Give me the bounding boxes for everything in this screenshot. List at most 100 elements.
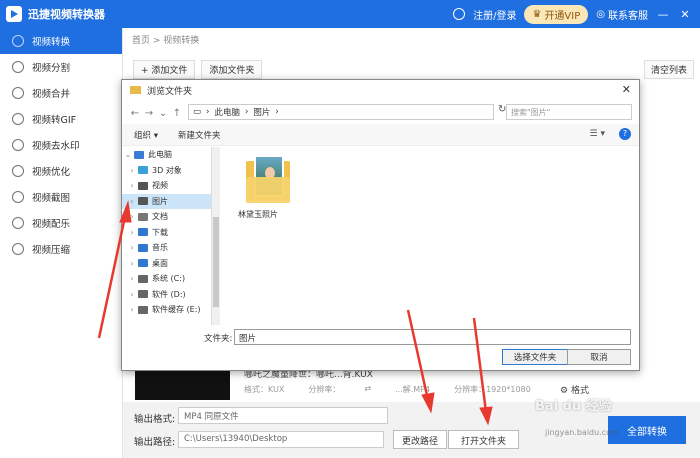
chevron-down-icon[interactable]: ⌄ (156, 108, 170, 119)
split-icon (12, 61, 24, 73)
tree-item-this-pc[interactable]: ⌄ 此电脑 (122, 147, 211, 163)
folder-item[interactable] (246, 155, 290, 203)
chevron-right-icon: › (130, 289, 134, 299)
folder-content: 林黛玉照片 (222, 147, 637, 325)
tree-item-desktop[interactable]: › 桌面 (122, 256, 211, 272)
new-folder-button[interactable]: 新建文件夹 (178, 129, 221, 141)
chevron-right-icon: › (130, 243, 134, 253)
optimize-icon (12, 165, 24, 177)
file-meta: 格式：KUX 分辨率： ⇄ ...解.MP4 分辨率：1920*1080 (244, 384, 531, 394)
sidebar-item-split[interactable]: 视频分割 (0, 54, 122, 80)
watermark-url: jingyan.baidu.com (545, 428, 619, 437)
cube-icon (138, 166, 148, 175)
sidebar-item-music[interactable]: 视频配乐 (0, 210, 122, 236)
dialog-titlebar: 浏览文件夹 (122, 80, 639, 100)
document-icon (138, 212, 148, 221)
tree-item-drive-d[interactable]: › 软件 (D:) (122, 287, 211, 303)
address-bar[interactable]: ▭ › 此电脑 › 图片 › (188, 104, 494, 120)
convert-icon (12, 35, 24, 47)
drive-icon (138, 290, 148, 299)
chevron-right-icon: › (130, 165, 134, 175)
tree-item-3d[interactable]: › 3D 对象 (122, 163, 211, 179)
sidebar-item-compress[interactable]: 视频压缩 (0, 236, 122, 262)
chevron-right-icon: › (130, 227, 134, 237)
login-link[interactable]: 注册/登录 (473, 7, 516, 22)
minimize-button[interactable]: — (656, 8, 670, 21)
gif-icon (12, 113, 24, 125)
add-folder-button[interactable]: 添加文件夹 (201, 60, 263, 79)
drive-icon (138, 305, 148, 314)
user-icon[interactable] (453, 8, 466, 20)
computer-icon: ▭ (193, 107, 202, 117)
chevron-right-icon: › (130, 258, 134, 268)
convert-all-button[interactable]: 全部转换 (608, 416, 686, 444)
organize-menu[interactable]: 组织 ▾ (134, 129, 158, 141)
back-icon[interactable]: ← (128, 108, 142, 119)
scroll-thumb[interactable] (213, 217, 219, 307)
tree-item-drive-e[interactable]: › 软件缓存 (E:) (122, 302, 211, 318)
clear-list-button[interactable]: 清空列表 (643, 60, 694, 79)
sidebar-item-watermark[interactable]: 视频去水印 (0, 132, 122, 158)
tree-item-drive-c[interactable]: › 系统 (C:) (122, 271, 211, 287)
output-path-field[interactable]: C:\Users\13940\Desktop (178, 431, 384, 448)
service-link[interactable]: ◎ 联系客服 (596, 7, 648, 22)
tree-scrollbar[interactable] (212, 147, 220, 325)
chevron-right-icon: › (130, 212, 134, 222)
merge-icon (12, 87, 24, 99)
close-button[interactable]: ✕ (678, 8, 692, 21)
navigation-row: ← → ⌄ ↑ ▭ › 此电脑 › 图片 › ↻ 搜索"图片" (122, 102, 639, 124)
output-format-select[interactable]: MP4 同原文件 (178, 407, 388, 424)
tree-item-downloads[interactable]: › 下载 (122, 225, 211, 241)
film-icon (138, 181, 148, 190)
title-bar: 迅捷视频转换器 注册/登录 ♛ 开通VIP ◎ 联系客服 — ✕ (0, 0, 700, 28)
folder-name-label: 文件夹: (204, 334, 233, 344)
crown-icon: ♛ (532, 8, 542, 20)
tree-item-video[interactable]: › 视频 (122, 178, 211, 194)
app-logo-icon (6, 6, 22, 22)
open-folder-button[interactable]: 打开文件夹 (448, 430, 519, 449)
chevron-right-icon: › (130, 274, 134, 284)
chevron-right-icon: › (130, 305, 134, 315)
tree-item-pictures[interactable]: › 图片 (122, 193, 211, 209)
forward-icon[interactable]: → (142, 108, 156, 119)
music-icon (12, 217, 24, 229)
select-folder-button[interactable]: 选择文件夹 (502, 349, 568, 365)
sidebar-item-merge[interactable]: 视频合并 (0, 80, 122, 106)
up-icon[interactable]: ↑ (170, 108, 184, 119)
add-file-button[interactable]: + 添加文件 (133, 60, 196, 79)
folder-item-label: 林黛玉照片 (238, 210, 278, 219)
sidebar-item-gif[interactable]: 视频转GIF (0, 106, 122, 132)
folder-name-input[interactable]: 图片 (234, 329, 631, 345)
change-path-button[interactable]: 更改路径 (393, 430, 448, 449)
chevron-right-icon: › (130, 196, 134, 206)
tree-item-documents[interactable]: › 文档 (122, 209, 211, 225)
compress-icon (12, 243, 24, 255)
drive-icon (138, 274, 148, 283)
tree-item-music[interactable]: › 音乐 (122, 240, 211, 256)
dialog-close-button[interactable]: ✕ (622, 83, 631, 96)
cancel-button[interactable]: 取消 (567, 349, 631, 365)
headset-icon: ◎ (596, 8, 605, 20)
sidebar-item-optimize[interactable]: 视频优化 (0, 158, 122, 184)
download-icon (138, 228, 148, 237)
breadcrumb: 首页 > 视频转换 (132, 36, 200, 46)
computer-icon (134, 150, 144, 159)
view-options-icon[interactable]: ☰ ▾ (590, 129, 605, 139)
sidebar-item-screenshot[interactable]: 视频截图 (0, 184, 122, 210)
output-path-label: 输出路径: (134, 437, 176, 448)
sidebar-item-convert[interactable]: 视频转换 (0, 28, 122, 54)
image-icon (12, 191, 24, 203)
vip-button[interactable]: ♛ 开通VIP (524, 4, 589, 24)
chevron-down-icon: ⌄ (124, 150, 132, 160)
search-input[interactable]: 搜索"图片" (506, 104, 632, 120)
desktop-icon (138, 259, 148, 268)
help-icon[interactable]: ? (619, 128, 631, 140)
toolbar: + 添加文件 添加文件夹 (133, 60, 263, 79)
picture-icon (138, 197, 148, 206)
dialog-title: 浏览文件夹 (147, 86, 193, 97)
watermark: Bai du 经验 (535, 399, 612, 414)
shuffle-icon: ⇄ (364, 384, 372, 393)
output-format-label: 输出格式: (134, 414, 176, 425)
sidebar: 视频转换 视频分割 视频合并 视频转GIF 视频去水印 视频优化 视频截图 视频… (0, 28, 123, 458)
app-title: 迅捷视频转换器 (28, 8, 105, 21)
